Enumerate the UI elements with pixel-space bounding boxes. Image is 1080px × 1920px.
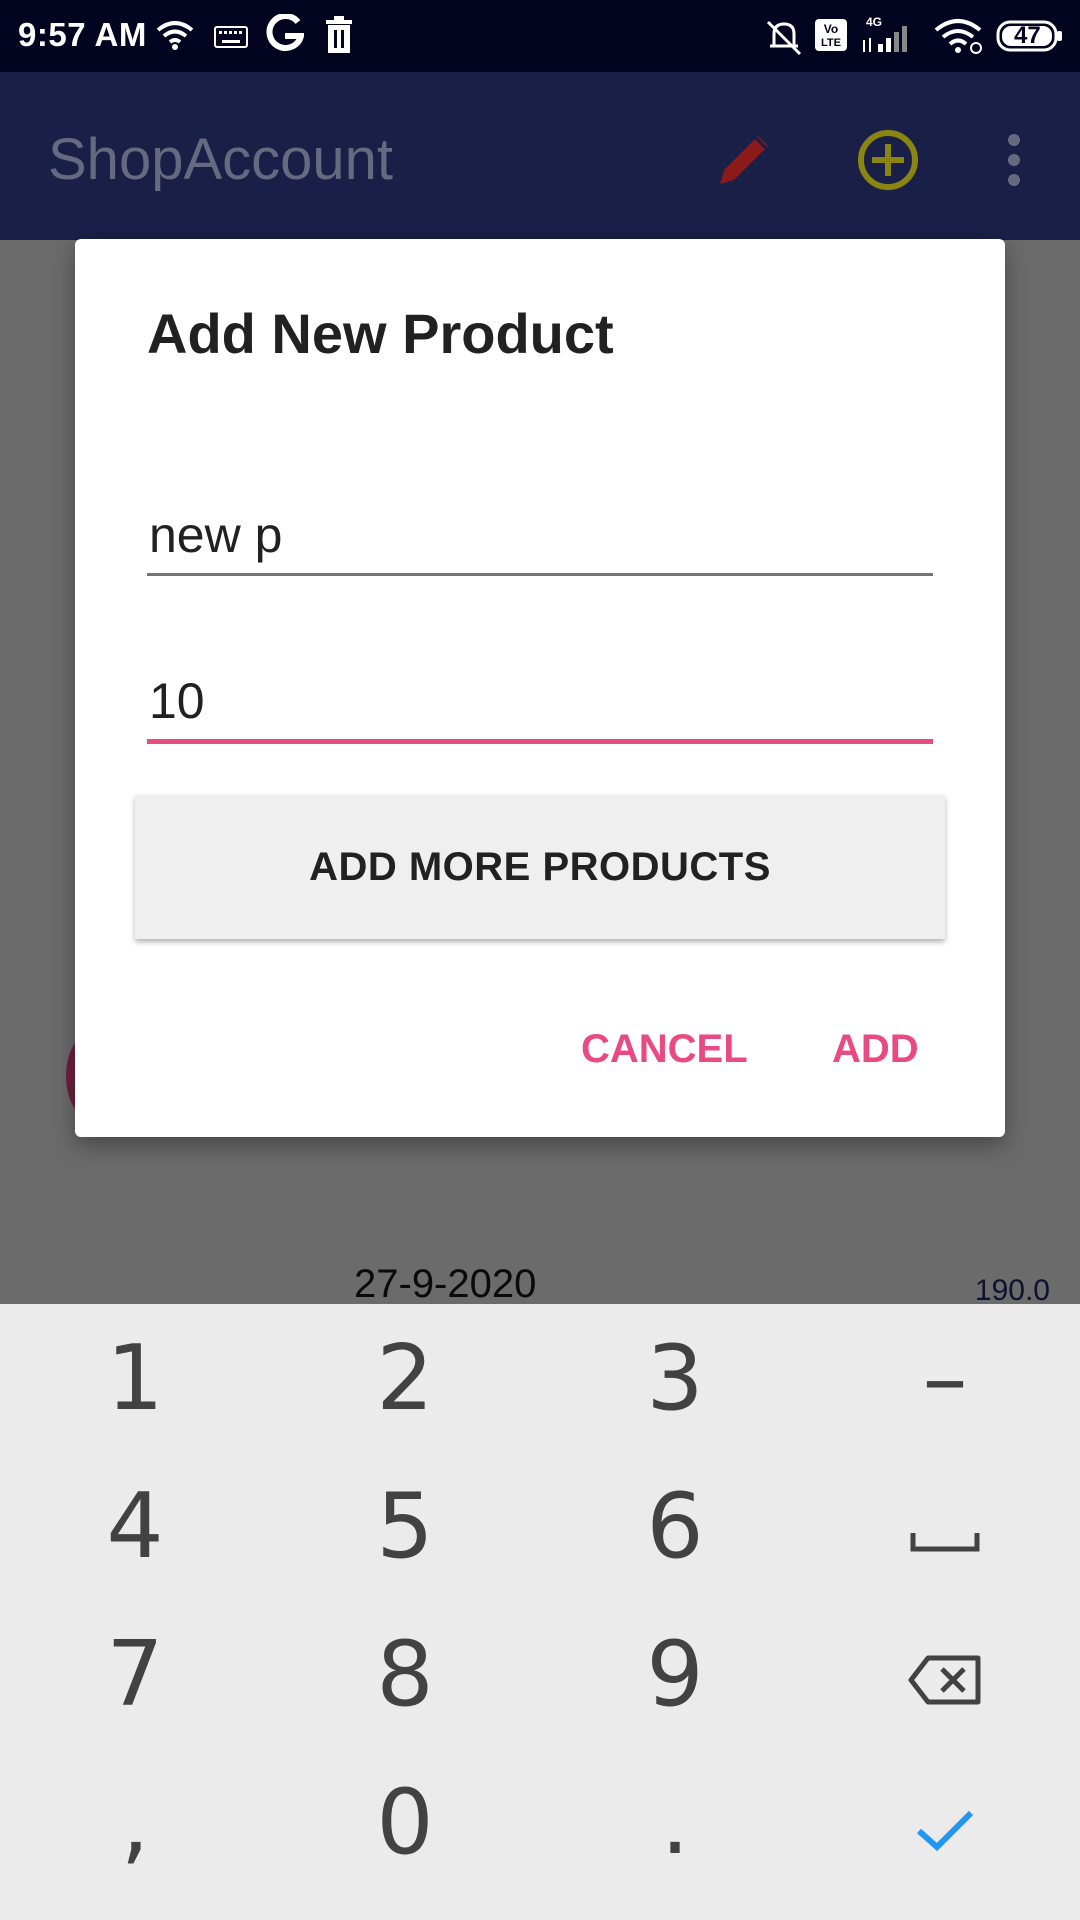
checkmark-icon <box>915 1770 975 1875</box>
app-title: ShopAccount <box>48 127 394 192</box>
key-space[interactable] <box>810 1452 1080 1600</box>
key-period[interactable]: . <box>540 1748 810 1896</box>
key-5[interactable]: 5 <box>270 1452 540 1600</box>
entry-date: 27-9-2020 <box>354 1262 537 1306</box>
input-underline <box>147 573 933 576</box>
volte-icon: Vo LTE <box>814 18 848 57</box>
svg-text:Vo: Vo <box>824 22 838 36</box>
app-bar: ShopAccount <box>0 72 1080 240</box>
google-icon <box>266 13 305 59</box>
key-0[interactable]: 0 <box>270 1748 540 1896</box>
add-circle-icon <box>856 128 920 197</box>
keyboard-icon <box>214 26 248 53</box>
key-2[interactable]: 2 <box>270 1304 540 1452</box>
space-icon <box>909 1474 981 1579</box>
key-3[interactable]: 3 <box>540 1304 810 1452</box>
key-backspace[interactable] <box>810 1600 1080 1748</box>
mute-icon <box>764 18 804 61</box>
cancel-button[interactable]: CANCEL <box>581 1027 748 1072</box>
status-time: 9:57 AM <box>18 16 147 53</box>
add-button[interactable]: ADD <box>832 1027 919 1072</box>
battery-level: 47 <box>1014 22 1041 49</box>
entry-amount: 190.0 <box>974 1274 1050 1307</box>
backspace-icon <box>908 1622 982 1727</box>
quantity-input[interactable]: 10 <box>147 669 933 744</box>
edit-button[interactable] <box>704 122 784 202</box>
key-6[interactable]: 6 <box>540 1452 810 1600</box>
add-more-products-button[interactable]: ADD MORE PRODUCTS <box>135 795 945 939</box>
key-dash[interactable]: – <box>810 1304 1080 1452</box>
quantity-value[interactable]: 10 <box>147 669 933 733</box>
product-name-input[interactable]: new p <box>147 503 933 576</box>
svg-text:4G: 4G <box>866 15 882 29</box>
more-vert-icon <box>1004 132 1024 193</box>
wifi-status-icon <box>934 18 984 59</box>
key-1[interactable]: 1 <box>0 1304 270 1452</box>
add-product-button[interactable] <box>848 122 928 202</box>
key-4[interactable]: 4 <box>0 1452 270 1600</box>
overflow-menu-button[interactable] <box>974 122 1054 202</box>
input-underline-focused <box>147 739 933 744</box>
dialog-title: Add New Product <box>147 302 614 365</box>
key-done[interactable] <box>810 1748 1080 1896</box>
pencil-icon <box>712 128 776 197</box>
product-name-value[interactable]: new p <box>147 503 933 567</box>
key-comma[interactable]: , <box>0 1748 270 1896</box>
trash-icon <box>324 16 354 59</box>
numeric-keyboard: 1 2 3 – 4 5 6 7 8 9 , 0 . <box>0 1304 1080 1920</box>
key-8[interactable]: 8 <box>270 1600 540 1748</box>
key-9[interactable]: 9 <box>540 1600 810 1748</box>
wifi-icon <box>156 20 194 55</box>
cellular-signal-icon: 4G <box>860 14 920 59</box>
key-7[interactable]: 7 <box>0 1600 270 1748</box>
status-bar: 9:57 AM Vo LTE 4G 47 <box>0 0 1080 72</box>
add-product-dialog: Add New Product new p 10 ADD MORE PRODUC… <box>75 239 1005 1137</box>
svg-text:LTE: LTE <box>821 37 841 49</box>
